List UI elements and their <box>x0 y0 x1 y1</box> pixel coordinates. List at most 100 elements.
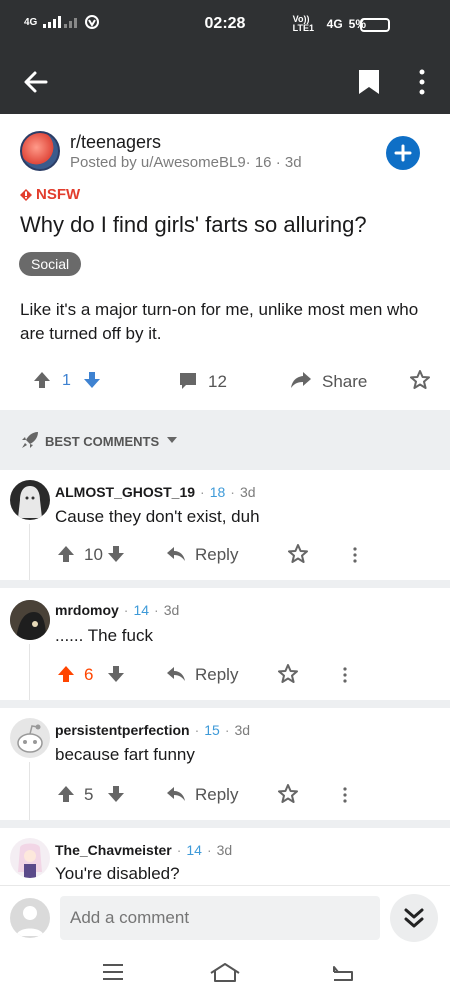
comment-karma: 18 <box>209 484 226 500</box>
comment-age: 3d <box>239 484 256 500</box>
post-flair[interactable]: Social <box>19 252 82 276</box>
comment-age: 3d <box>163 602 180 618</box>
comment-avatar[interactable] <box>10 480 50 520</box>
upvote-button[interactable] <box>56 664 76 684</box>
post-age: 3d <box>284 154 302 171</box>
user-avatar[interactable] <box>10 898 50 938</box>
comment-avatar[interactable] <box>10 718 50 758</box>
post-award-button[interactable] <box>410 370 430 390</box>
award-button[interactable] <box>278 664 298 684</box>
comment-karma: 14 <box>133 602 150 618</box>
nsfw-diamond-icon <box>20 188 32 201</box>
comment-sort-bar[interactable]: BEST COMMENTS <box>0 410 450 470</box>
battery-icon <box>360 18 390 32</box>
subreddit-avatar[interactable] <box>20 131 60 171</box>
upvote-button[interactable] <box>56 544 76 564</box>
comment-meta: mrdomoy · 14 · 3d <box>55 602 180 618</box>
comment-author[interactable]: The_Chavmeister <box>55 842 172 858</box>
post-downvote-button[interactable] <box>82 370 102 390</box>
sort-label[interactable]: BEST COMMENTS <box>45 434 159 449</box>
volte-label: Vo)) LTE1 <box>292 14 314 33</box>
reply-label[interactable]: Reply <box>195 545 238 565</box>
more-options-button[interactable] <box>414 66 430 98</box>
comment-score: 6 <box>84 665 94 684</box>
comment-icon <box>180 373 196 389</box>
share-icon <box>291 372 311 388</box>
comment-karma: 15 <box>204 722 220 738</box>
jump-to-next-comment-button[interactable] <box>390 894 438 942</box>
post-meta: Posted by u/AwesomeBL9· 16 · 3d <box>70 154 302 171</box>
comment-divider <box>0 580 450 588</box>
award-button[interactable] <box>288 544 308 564</box>
comment-divider <box>0 700 450 708</box>
back-arrow-icon <box>24 71 48 93</box>
comment-actions: 10 Reply <box>0 540 450 570</box>
more-vertical-icon <box>419 69 425 95</box>
comment-avatar[interactable] <box>10 838 50 878</box>
upvote-button[interactable] <box>56 784 76 804</box>
nav-home-button[interactable] <box>208 961 242 983</box>
app-bar <box>0 50 450 114</box>
ghost-avatar-icon <box>18 486 42 518</box>
downvote-button[interactable] <box>106 664 126 684</box>
join-button[interactable] <box>386 136 420 170</box>
add-comment-input[interactable] <box>60 896 380 940</box>
award-button[interactable] <box>278 784 298 804</box>
status-bar: 4G 02:28 Vo)) LTE1 4G 5% <box>0 0 450 50</box>
reply-button[interactable] <box>166 665 186 683</box>
reply-label[interactable]: Reply <box>195 785 238 805</box>
comment-body: Cause they don't exist, duh <box>55 507 260 526</box>
subreddit-name[interactable]: r/teenagers <box>70 132 161 153</box>
comment-more-button[interactable] <box>342 786 348 804</box>
comment-meta: ALMOST_GHOST_19 · 18 · 3d <box>55 484 256 500</box>
more-vertical-icon <box>343 787 347 803</box>
downvote-button[interactable] <box>106 544 126 564</box>
nsfw-tag: NSFW <box>20 186 80 203</box>
comment-more-button[interactable] <box>342 666 348 684</box>
reply-icon <box>167 547 185 561</box>
post-title: Why do I find girls' farts so alluring? <box>20 212 367 237</box>
comment-body: because fart funny <box>55 745 195 764</box>
post-upvote-button[interactable] <box>32 370 52 390</box>
comment-author[interactable]: persistentperfection <box>55 722 190 738</box>
post-header: r/teenagers Posted by u/AwesomeBL9· 16 ·… <box>0 128 450 184</box>
share-label[interactable]: Share <box>322 372 367 392</box>
comment-body: You're disabled? <box>55 864 180 883</box>
downvote-icon <box>108 666 124 682</box>
share-button[interactable] <box>290 370 312 390</box>
comment: The_Chavmeister · 14 · 3d You're disable… <box>0 828 450 885</box>
sort-caret[interactable] <box>166 436 178 444</box>
comment-count: 12 <box>208 372 227 391</box>
user-avatar-icon <box>16 906 44 936</box>
bookmark-icon <box>359 70 379 94</box>
comment-author[interactable]: mrdomoy <box>55 602 119 618</box>
downvote-icon <box>84 372 100 388</box>
menu-icon <box>103 964 123 980</box>
award-icon <box>288 544 308 563</box>
comment-composer-bar <box>0 885 450 947</box>
comment: persistentperfection · 15 · 3d because f… <box>0 708 450 820</box>
comment-score: 5 <box>84 785 94 804</box>
comment-avatar[interactable] <box>10 600 50 640</box>
award-icon <box>278 664 298 683</box>
status-right: Vo)) LTE1 4G 5% <box>293 15 366 33</box>
back-button[interactable] <box>20 66 52 98</box>
comment-author[interactable]: ALMOST_GHOST_19 <box>55 484 195 500</box>
reply-button[interactable] <box>166 785 186 803</box>
comment-age: 3d <box>234 722 251 738</box>
post-actions: 1 12 Share <box>0 360 450 404</box>
rocket-icon <box>22 432 38 448</box>
nav-back-button[interactable] <box>330 962 356 982</box>
comment-more-button[interactable] <box>352 546 358 564</box>
comment-age: 3d <box>216 842 233 858</box>
reply-label[interactable]: Reply <box>195 665 238 685</box>
reply-button[interactable] <box>166 545 186 563</box>
nav-menu-button[interactable] <box>101 963 125 981</box>
save-post-button[interactable] <box>356 66 382 98</box>
posted-by[interactable]: Posted by u/AwesomeBL9 <box>70 154 246 171</box>
author-karma: 16 <box>254 154 272 171</box>
sort-button[interactable] <box>20 430 40 450</box>
comments-button[interactable] <box>178 371 198 391</box>
comment-actions: 5 Reply <box>0 780 450 810</box>
downvote-button[interactable] <box>106 784 126 804</box>
